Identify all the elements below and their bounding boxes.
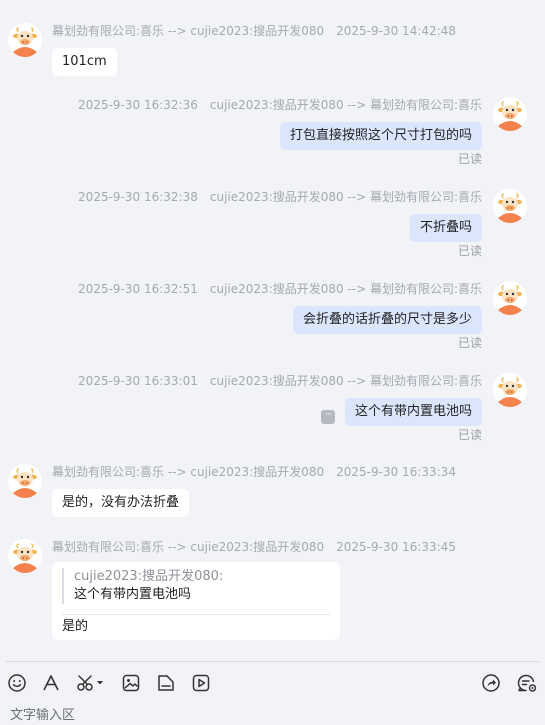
sender-route: 幕划劲有限公司:喜乐 --> cujie2023:搜品开发080 xyxy=(52,465,325,479)
read-status: 已读 xyxy=(457,244,482,258)
share-icon[interactable] xyxy=(480,672,502,694)
message-meta: 幕划劲有限公司:喜乐 --> cujie2023:搜品开发080 2025-9-3… xyxy=(52,539,456,555)
cow-avatar-icon xyxy=(493,189,527,223)
more-actions-icon[interactable]: ··· xyxy=(321,410,335,424)
cow-avatar-icon xyxy=(493,373,527,407)
cow-avatar-icon xyxy=(493,281,527,315)
message-meta: 幕划劲有限公司:喜乐 --> cujie2023:搜品开发080 2025-9-3… xyxy=(52,23,456,39)
timestamp: 2025-9-30 16:33:34 xyxy=(336,465,456,479)
read-status: 已读 xyxy=(457,152,482,166)
emoji-icon[interactable] xyxy=(6,672,28,694)
avatar[interactable] xyxy=(493,189,527,223)
timestamp: 2025-9-30 16:32:51 xyxy=(78,282,198,296)
timestamp: 2025-9-30 14:42:48 xyxy=(336,24,456,38)
cow-avatar-icon xyxy=(8,464,42,498)
message-meta: 2025-9-30 16:32:38 cujie2023:搜品开发080 --> … xyxy=(78,189,482,205)
avatar[interactable] xyxy=(493,373,527,407)
sender-route: 幕划劲有限公司:喜乐 --> cujie2023:搜品开发080 xyxy=(52,24,325,38)
quoted-text: 这个有带内置电池吗 xyxy=(74,587,192,602)
chat-history[interactable]: 幕划劲有限公司:喜乐 --> cujie2023:搜品开发080 2025-9-3… xyxy=(0,0,545,660)
read-status: 已读 xyxy=(457,336,482,350)
scissors-icon[interactable] xyxy=(76,672,106,694)
message-meta: 2025-9-30 16:32:51 cujie2023:搜品开发080 --> … xyxy=(78,281,482,297)
sender-route: cujie2023:搜品开发080 --> 幕划劲有限公司:喜乐 xyxy=(209,98,482,112)
message-meta: 幕划劲有限公司:喜乐 --> cujie2023:搜品开发080 2025-9-3… xyxy=(52,464,456,480)
reply-text: 是的 xyxy=(62,619,89,634)
message-input[interactable]: 文字输入区 xyxy=(10,707,75,725)
avatar[interactable] xyxy=(493,281,527,315)
message-meta: 2025-9-30 16:32:36 cujie2023:搜品开发080 --> … xyxy=(78,97,482,113)
timestamp: 2025-9-30 16:33:01 xyxy=(78,374,198,388)
message-bubble[interactable]: 是的，没有办法折叠 xyxy=(52,489,190,517)
image-icon[interactable] xyxy=(120,672,142,694)
avatar[interactable] xyxy=(493,97,527,131)
sender-route: cujie2023:搜品开发080 --> 幕划劲有限公司:喜乐 xyxy=(209,282,482,296)
quoted-sender: cujie2023:搜品开发080: xyxy=(74,569,224,584)
cow-avatar-icon xyxy=(8,23,42,57)
quote-divider xyxy=(62,614,330,615)
message-bubble[interactable]: 不折叠吗 xyxy=(409,214,482,242)
quoted-reply-bubble[interactable]: cujie2023:搜品开发080: 这个有带内置电池吗 是的 xyxy=(52,562,340,640)
sender-route: 幕划劲有限公司:喜乐 --> cujie2023:搜品开发080 xyxy=(52,540,325,554)
cow-avatar-icon xyxy=(8,539,42,573)
message-bubble[interactable]: 101cm xyxy=(52,48,117,76)
file-icon[interactable] xyxy=(155,672,177,694)
sender-route: cujie2023:搜品开发080 --> 幕划劲有限公司:喜乐 xyxy=(209,190,482,204)
font-icon[interactable] xyxy=(40,672,62,694)
avatar[interactable] xyxy=(8,23,42,57)
message-bubble[interactable]: 这个有带内置电池吗 xyxy=(344,398,482,426)
timestamp: 2025-9-30 16:32:38 xyxy=(78,190,198,204)
composer-divider xyxy=(6,661,539,662)
timestamp: 2025-9-30 16:32:36 xyxy=(78,98,198,112)
video-icon[interactable] xyxy=(190,672,212,694)
chat-settings-icon[interactable] xyxy=(516,672,538,694)
cow-avatar-icon xyxy=(493,97,527,131)
message-meta: 2025-9-30 16:33:01 cujie2023:搜品开发080 --> … xyxy=(78,373,482,389)
read-status: 已读 xyxy=(457,428,482,442)
message-bubble[interactable]: 会折叠的话折叠的尺寸是多少 xyxy=(292,306,482,334)
timestamp: 2025-9-30 16:33:45 xyxy=(336,540,456,554)
avatar[interactable] xyxy=(8,539,42,573)
avatar[interactable] xyxy=(8,464,42,498)
sender-route: cujie2023:搜品开发080 --> 幕划劲有限公司:喜乐 xyxy=(209,374,482,388)
message-bubble[interactable]: 打包直接按照这个尺寸打包的吗 xyxy=(279,122,482,150)
quoted-message[interactable]: cujie2023:搜品开发080: 这个有带内置电池吗 xyxy=(62,568,342,604)
